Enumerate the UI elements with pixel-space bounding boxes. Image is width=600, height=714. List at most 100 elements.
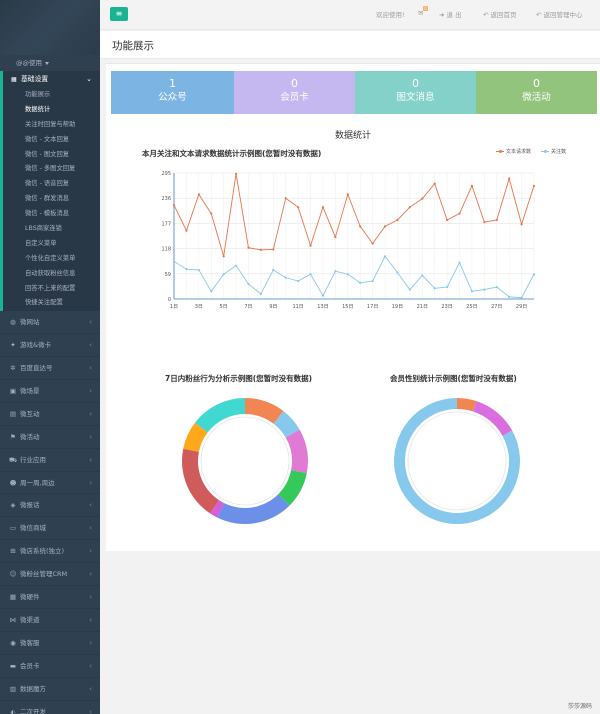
sidebar-nav-item[interactable]: ☻ 周一周,周边 ‹ <box>0 472 100 495</box>
caret-down-icon <box>45 61 49 65</box>
sidebar-nav-item[interactable]: ▦ 微硬件 ‹ <box>0 586 100 609</box>
sidebar-nav-item[interactable]: ◈ 微报话 ‹ <box>0 494 100 518</box>
mail-badge: 0 <box>423 6 428 11</box>
donut-slice[interactable] <box>217 494 290 524</box>
sidebar-nav-item[interactable]: ⚑ 微活动 ‹ <box>0 426 100 449</box>
series-point <box>172 203 176 207</box>
cart-icon: ▭ <box>9 524 17 533</box>
series-point <box>197 268 200 272</box>
submenu-item[interactable]: 微信 - 图文回复 <box>3 148 100 163</box>
series-point <box>284 276 287 279</box>
series-point <box>483 288 486 291</box>
submenu-item[interactable]: 功能展示 <box>3 88 100 103</box>
submenu-item[interactable]: 自定义菜单 <box>3 237 100 252</box>
sidebar-nav-item[interactable]: ✦ 游戏&微卡 ‹ <box>0 334 100 358</box>
x-tick-label: 21日 <box>417 304 428 310</box>
line-chart: 0 59 118 177 236 295 1日 3日 5日 7日 9日 11日 13日 15日 17日 19日… <box>161 171 536 310</box>
sidebar-nav-label: 二次开发 <box>20 707 46 714</box>
logout-link[interactable]: ➜ 退 出 <box>439 9 462 19</box>
donut-slice[interactable] <box>473 401 513 436</box>
series-point <box>495 218 498 222</box>
donut-slice[interactable] <box>457 398 477 412</box>
donut-chart-behavior-title: 7日内粉丝行为分析示例图(您暂时没有数据) <box>165 374 313 383</box>
series-point <box>446 218 449 222</box>
series-point <box>532 184 536 187</box>
sidebar-nav-label: 游戏&微卡 <box>20 341 52 350</box>
donut-slice[interactable] <box>182 448 219 514</box>
chevron-left-icon: ‹ <box>89 364 92 373</box>
submenu-item[interactable]: 数据统计 <box>3 103 100 118</box>
globe-icon: ◍ <box>10 318 16 327</box>
submenu-item[interactable]: 自动获取粉丝信息 <box>3 267 100 282</box>
sidebar-nav-item[interactable]: ☺ 微粉丝管理CRM ‹ <box>0 563 100 587</box>
chevron-left-icon: ‹ <box>89 432 92 441</box>
legend-label: 文本请求数 <box>506 149 532 155</box>
mail-link[interactable]: ✉ 0 <box>418 6 428 17</box>
series-point <box>396 271 399 274</box>
sidebar-nav-item[interactable]: ▣ 微场景 ‹ <box>0 380 100 403</box>
submenu-item[interactable]: 微信 - 文本回复 <box>3 133 100 148</box>
stat-value: 0 <box>412 77 419 90</box>
sidebar-nav-item[interactable]: ▭ 微信商城 ‹ <box>0 517 100 541</box>
sidebar-nav-item[interactable]: ⊞ 微店系统(独立) ‹ <box>0 540 100 564</box>
stat-box-member-cards[interactable]: 0 会员卡 <box>234 71 355 114</box>
legend-marker <box>496 149 504 153</box>
stat-label: 微活动 <box>522 92 551 103</box>
submenu-item[interactable]: 快捷关注配置 <box>3 296 100 311</box>
submenu-item[interactable]: 微信 - 多图文回复 <box>3 162 100 177</box>
donut-slice[interactable] <box>195 398 245 433</box>
series-point <box>408 206 411 209</box>
x-tick-label: 1日 <box>170 304 178 310</box>
series-point <box>508 177 511 180</box>
sidebar-nav-item[interactable]: ⋈ 微渠道 ‹ <box>0 609 100 632</box>
series-point <box>433 287 436 290</box>
series-point <box>247 246 250 249</box>
submenu-item[interactable]: 微信 - 群发消息 <box>3 192 100 207</box>
back-admin-link[interactable]: ↶ 返回管理中心 <box>536 9 583 19</box>
gamepad-icon: ✦ <box>10 341 16 350</box>
sidebar-nav-label: 微店系统(独立) <box>20 547 65 556</box>
welcome-text: 欢迎使用! <box>376 11 405 19</box>
menu-head-basic-settings[interactable]: ▦ 基础设置 ⌄ <box>3 71 100 88</box>
user-menu[interactable]: @@使用 <box>0 55 100 71</box>
suitcase-icon: ▤ <box>9 409 17 418</box>
submenu-item[interactable]: 个性化自定义菜单 <box>3 252 100 267</box>
series-point <box>222 255 225 258</box>
sidebar-nav-item[interactable]: ◍ 微网站 ‹ <box>0 311 100 335</box>
card-icon: ▬ <box>9 661 17 670</box>
submenu-item[interactable]: 回答不上来的配置 <box>3 282 100 297</box>
legend-item-requests[interactable]: 文本请求数 <box>496 148 531 155</box>
series-point <box>520 223 523 226</box>
legend-marker <box>541 149 549 153</box>
stat-box-accounts[interactable]: 1 公众号 <box>111 71 234 114</box>
sidebar-nav-item[interactable]: ▥ 数据魔方 ‹ <box>0 678 100 701</box>
stat-box-news[interactable]: 0 图文消息 <box>355 71 476 114</box>
chevron-left-icon: ‹ <box>89 478 92 487</box>
sidebar-nav-item[interactable]: ⛟ 行业应用 ‹ <box>0 449 100 472</box>
back-home-link[interactable]: ↶ 返回首页 <box>483 9 517 19</box>
series-point <box>321 206 325 209</box>
x-tick-label: 15日 <box>342 304 353 310</box>
sidebar-nav-item[interactable]: ⬖ 二次开发 ‹ <box>0 701 100 714</box>
donut-chart-gender-title: 会员性别统计示例图(您暂时没有数据) <box>390 374 517 383</box>
sidebar-nav-item[interactable]: ✲ 百度直达号 ‹ <box>0 357 100 381</box>
submenu-item[interactable]: 微信 - 模板消息 <box>3 207 100 222</box>
series-line <box>173 173 535 257</box>
legend-item-follows[interactable]: 关注数 <box>541 148 566 155</box>
series-point <box>346 193 349 196</box>
sidebar-nav-item[interactable]: ◉ 微客服 ‹ <box>0 632 100 655</box>
submenu-item[interactable]: 微信 - 语音回复 <box>3 177 100 192</box>
stat-box-activities[interactable]: 0 微活动 <box>476 71 597 114</box>
sidebar-nav-item[interactable]: ▤ 微互动 ‹ <box>0 403 100 426</box>
topbar: ≡ 欢迎使用! ✉ 0 ➜ 退 出 ↶ 返回首页 ↶ 返回管理中心 <box>100 0 600 30</box>
donut-slice[interactable] <box>285 429 308 474</box>
x-tick-label: 29日 <box>516 304 527 310</box>
chevron-left-icon: ‹ <box>89 570 92 579</box>
submenu-item[interactable]: LBS商家连锁 <box>3 222 100 237</box>
sidebar-nav-label: 微硬件 <box>20 593 40 602</box>
series-point <box>383 255 387 258</box>
chevron-left-icon: ‹ <box>89 593 92 602</box>
submenu-item[interactable]: 关注时回复与帮助 <box>3 118 100 133</box>
menu-toggle-button[interactable]: ≡ <box>110 7 128 21</box>
sidebar-nav-item[interactable]: ▬ 会员卡 ‹ <box>0 655 100 678</box>
